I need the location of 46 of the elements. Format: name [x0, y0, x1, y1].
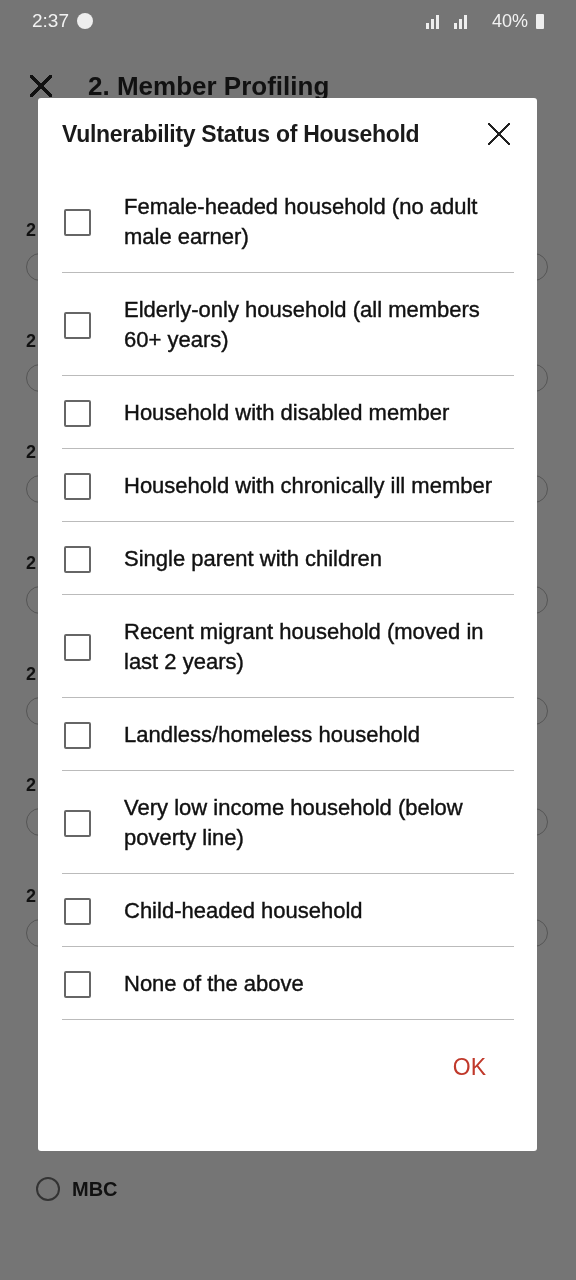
checkbox-row[interactable]: Female-headed household (no adult male earner) — [62, 170, 514, 273]
checkbox-row[interactable]: Recent migrant household (moved in last 2 years) — [62, 595, 514, 698]
radio-button[interactable] — [36, 1177, 60, 1201]
option-label: Single parent with children — [124, 545, 384, 573]
checkbox-row[interactable]: Very low income household (below poverty line) — [62, 771, 514, 874]
checkbox[interactable] — [64, 399, 91, 427]
checkbox[interactable] — [64, 809, 91, 837]
option-label: Household with chronically ill member — [124, 472, 494, 500]
checkbox-row[interactable]: Household with chronically ill member — [62, 449, 514, 522]
checkbox[interactable] — [64, 311, 91, 339]
checkbox[interactable] — [64, 633, 91, 661]
option-label: Landless/homeless household — [124, 721, 421, 749]
option-label: Child-headed household — [124, 897, 364, 925]
question-label: 2 — [26, 553, 36, 574]
option-label: Household with disabled member — [124, 399, 451, 427]
checkbox-row[interactable]: Household with disabled member — [62, 376, 514, 449]
option-label: Very low income household (below poverty line) — [124, 794, 464, 852]
question-label: 2 — [26, 886, 36, 907]
checkbox[interactable] — [64, 208, 91, 236]
question-label: 2 — [26, 331, 36, 352]
option-label: Elderly-only household (all members 60+ years) — [124, 296, 481, 354]
question-label: 2 — [26, 664, 36, 685]
checkbox-row[interactable]: Child-headed household — [62, 874, 514, 947]
checkbox[interactable] — [64, 472, 91, 500]
screen-title: 2. Member Profiling — [88, 70, 330, 102]
notification-icon — [77, 13, 93, 29]
question-label: 2 — [26, 775, 36, 796]
checkbox-row[interactable]: Elderly-only household (all members 60+ years) — [62, 273, 514, 376]
checkbox-row[interactable]: Single parent with children — [62, 522, 514, 595]
checkbox[interactable] — [64, 897, 91, 925]
checkbox[interactable] — [64, 545, 91, 573]
battery-icon — [536, 13, 544, 29]
question-label: 2 — [26, 442, 36, 463]
battery-level: 40% — [491, 10, 528, 32]
ok-button[interactable]: OK — [444, 1050, 494, 1085]
question-label: 2 — [26, 220, 36, 241]
checkbox-row[interactable]: Landless/homeless household — [62, 698, 514, 771]
option-label: MBC — [72, 1177, 118, 1201]
checkbox-row[interactable]: None of the above — [62, 947, 514, 1020]
dialog-title: Vulnerability Status of Household — [62, 120, 420, 148]
checkbox[interactable] — [64, 970, 91, 998]
status-time: 2:37 — [32, 10, 69, 32]
checkbox[interactable] — [64, 721, 91, 749]
option-label: Female-headed household (no adult male earner) — [124, 193, 479, 251]
option-label: None of the above — [124, 970, 305, 998]
option-label: Recent migrant household (moved in last 2 years) — [124, 618, 485, 676]
